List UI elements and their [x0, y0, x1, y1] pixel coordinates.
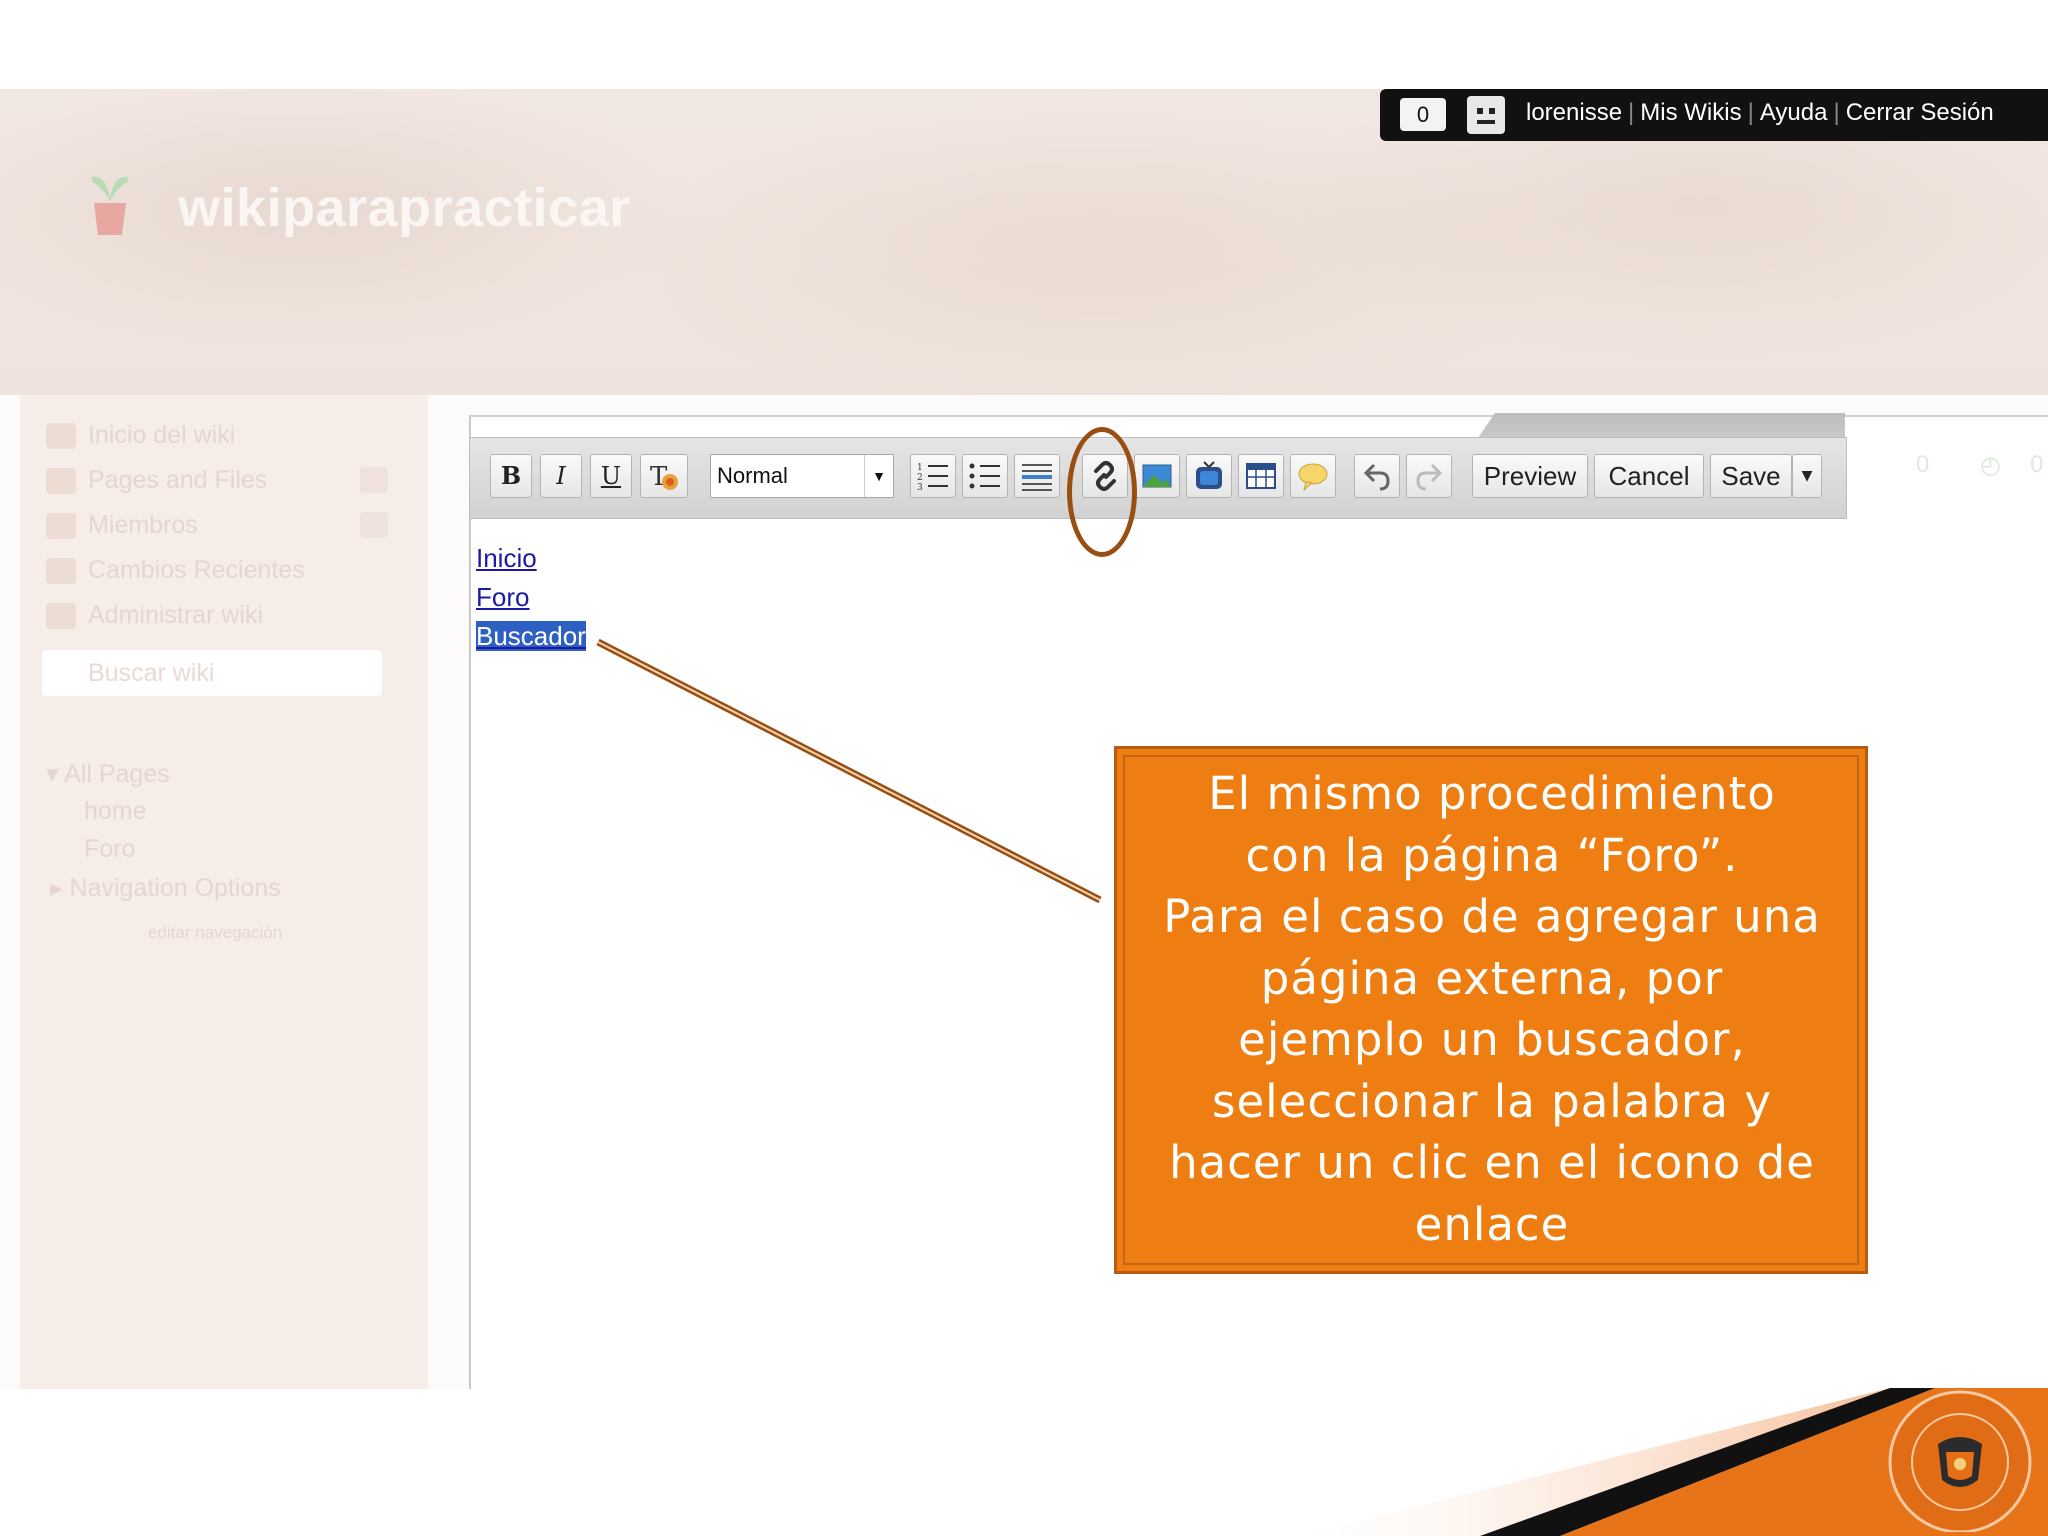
callout-line: Para el caso de agregar una — [1163, 890, 1821, 943]
instruction-callout: El mismo procedimiento con la página “Fo… — [1114, 746, 1868, 1274]
university-seal — [1888, 1390, 2032, 1532]
callout-line: hacer un clic en el icono de — [1169, 1136, 1815, 1189]
slide-footer-decoration — [1300, 1388, 2048, 1536]
callout-line: página externa, por — [1260, 951, 1724, 1005]
callout-line: enlace — [1414, 1197, 1570, 1251]
callout-line: ejemplo un buscador, — [1238, 1013, 1746, 1066]
callout-line: seleccionar la palabra y — [1212, 1074, 1772, 1128]
callout-line: El mismo procedimiento — [1208, 767, 1776, 820]
callout-line: con la página “Foro”. — [1245, 828, 1739, 882]
callout-text: El mismo procedimiento con la página “Fo… — [1135, 763, 1849, 1255]
